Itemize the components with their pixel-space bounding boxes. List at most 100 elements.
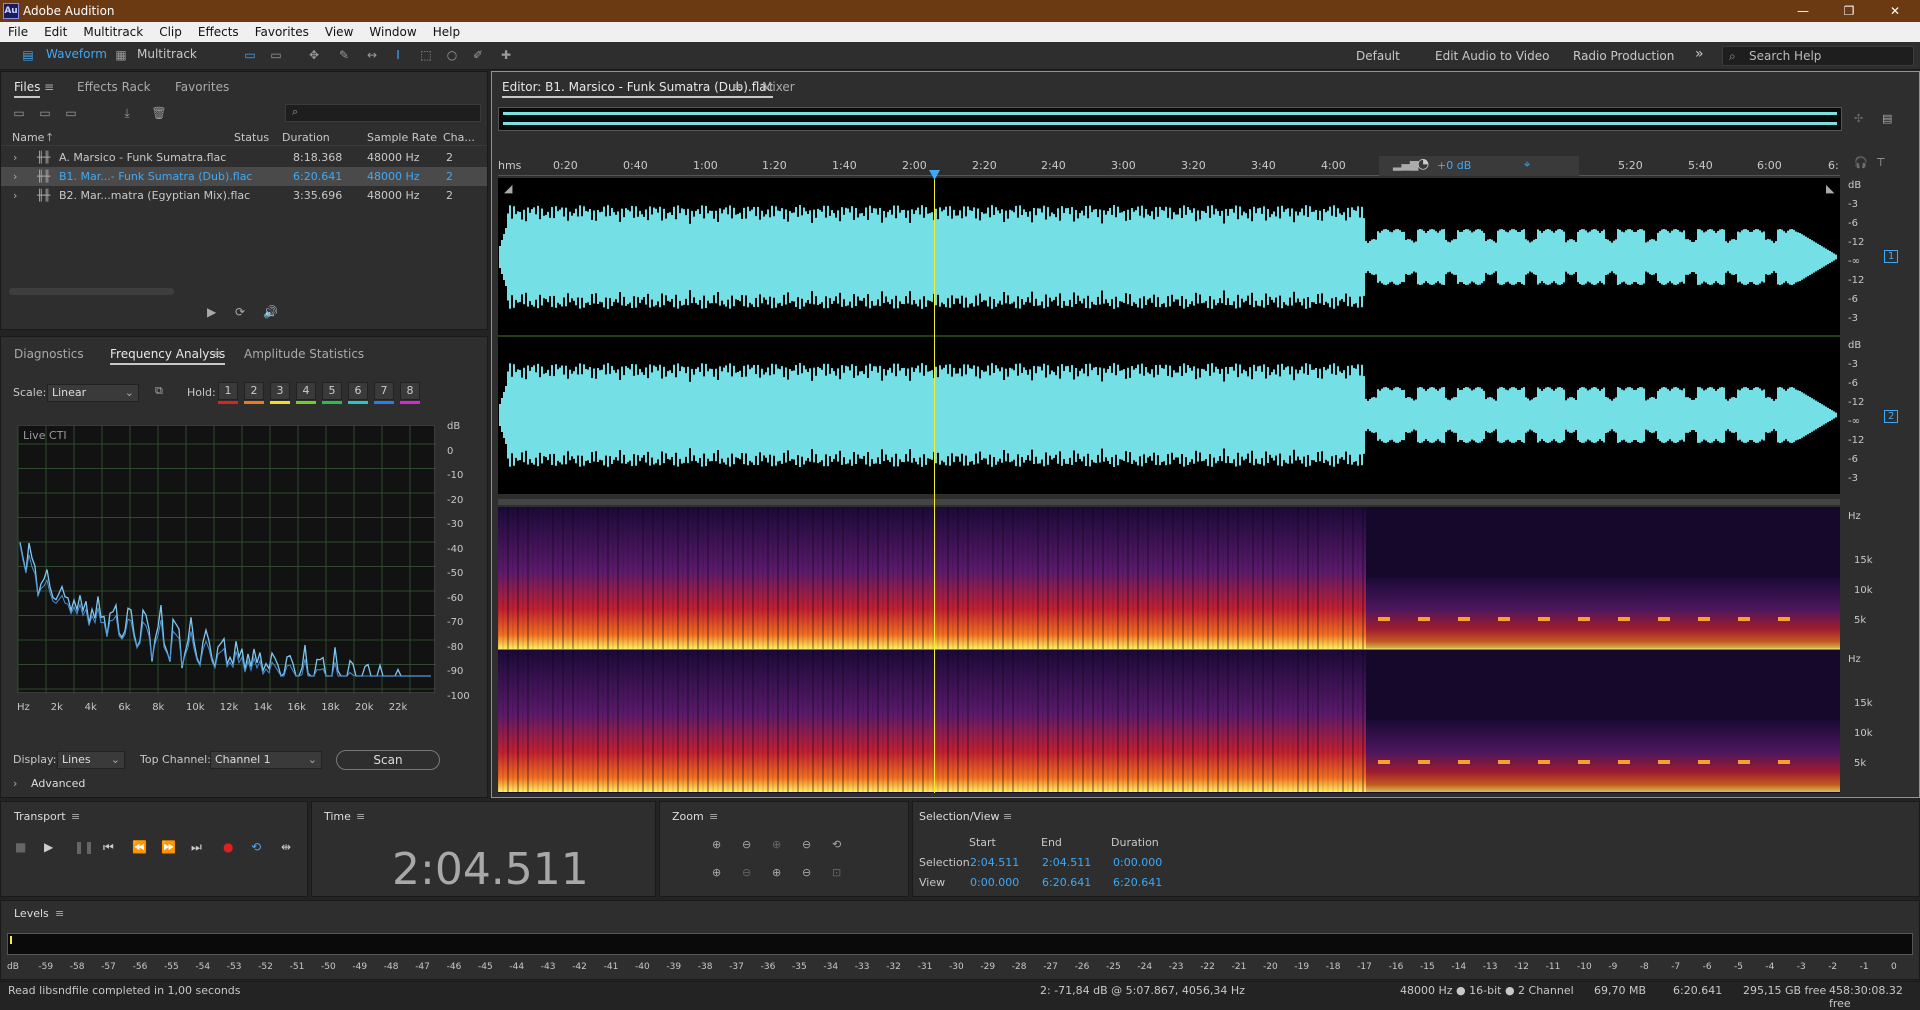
more-workspaces-button[interactable]: » — [1695, 46, 1704, 62]
files-filter-input[interactable]: ⌕ — [285, 104, 481, 122]
view-end[interactable]: 6:20.641 — [1042, 876, 1091, 889]
record-icon[interactable]: ● — [223, 840, 233, 854]
spot-healing-tool-icon[interactable]: ✚ — [498, 48, 514, 62]
tab-files[interactable]: Files — [14, 80, 41, 98]
top-channel-select[interactable]: Channel 1 ⌄ — [210, 751, 322, 769]
time-menu-icon[interactable]: ≡ — [356, 810, 365, 823]
headphones-icon[interactable]: 🎧 — [1854, 156, 1868, 169]
zoom-out-amplitude-icon[interactable]: ⊖ — [742, 838, 751, 851]
playhead-cti[interactable] — [934, 178, 935, 793]
search-help-input[interactable]: ⌕ Search Help — [1722, 46, 1914, 66]
pin-hud-icon[interactable]: ⌖ — [1524, 158, 1530, 172]
hold-button-2[interactable]: 2 — [244, 382, 264, 400]
channel-2-badge[interactable]: 2 — [1884, 410, 1899, 423]
loop-playback-icon[interactable]: ⟲ — [251, 840, 261, 854]
zoom-out-point-icon[interactable]: ⊖ — [802, 838, 811, 851]
time-ruler[interactable]: hms 0:20 0:40 1:00 1:20 1:40 2:00 2:20 2:40 3:00 3… — [498, 156, 1840, 176]
col-sample-rate[interactable]: Sample Rate — [367, 131, 437, 144]
preview-loop-icon[interactable]: ⟳ — [235, 305, 245, 319]
file-row[interactable]: › ╫╫ B2. Mar...matra (Egyptian Mix).flac 3:… — [1, 186, 487, 205]
workspace-radio-production[interactable]: Radio Production — [1573, 49, 1674, 63]
tab-favorites[interactable]: Favorites — [175, 80, 229, 94]
files-horizontal-scrollbar[interactable] — [9, 288, 174, 295]
zoom-out-time-icon[interactable]: ⊖ — [742, 866, 751, 879]
preview-play-icon[interactable]: ▶ — [207, 305, 216, 319]
current-time-display[interactable]: 2:04.511 — [392, 844, 589, 895]
spectral-frequency-display[interactable] — [497, 507, 1840, 793]
col-duration[interactable]: Duration — [282, 131, 330, 144]
menu-multitrack[interactable]: Multitrack — [83, 25, 143, 39]
waveform-view-button[interactable]: Waveform — [46, 47, 107, 61]
razor-tool-icon[interactable]: ✎ — [336, 48, 352, 62]
marquee-tool-icon[interactable]: ⬚ — [418, 48, 434, 62]
col-channels[interactable]: Cha... — [443, 131, 475, 144]
minimize-button[interactable]: — — [1780, 0, 1826, 22]
zoom-in-amplitude-icon[interactable]: ⊕ — [712, 838, 721, 851]
marker-pin-icon[interactable]: ⊤ — [1876, 156, 1886, 169]
workspace-default[interactable]: Default — [1356, 49, 1400, 63]
waveform-overview[interactable] — [498, 107, 1842, 131]
advanced-toggle[interactable]: Advanced — [31, 777, 85, 790]
move-tool-icon[interactable]: ✥ — [306, 48, 322, 62]
levels-menu-icon[interactable]: ≡ — [55, 907, 64, 920]
frequency-analysis-menu-icon[interactable]: ≡ — [212, 347, 222, 361]
play-icon[interactable]: ▶ — [44, 840, 53, 854]
hold-button-5[interactable]: 5 — [322, 382, 342, 400]
go-to-end-icon[interactable]: ⏭ — [191, 840, 202, 855]
scale-select[interactable]: Linear ⌄ — [47, 384, 139, 402]
zoom-fit-icon[interactable]: ⊡ — [832, 866, 841, 879]
selection-duration[interactable]: 0:00.000 — [1113, 856, 1162, 869]
zoom-in-point-icon[interactable]: ⊕ — [772, 838, 781, 851]
zoom-reset-icon[interactable]: ⟲ — [832, 838, 841, 851]
lasso-tool-icon[interactable]: ○ — [444, 48, 460, 62]
menu-view[interactable]: View — [325, 25, 353, 39]
menu-file[interactable]: File — [8, 25, 28, 39]
files-panel-menu-icon[interactable]: ≡ — [44, 80, 54, 94]
tab-effects-rack[interactable]: Effects Rack — [77, 80, 151, 94]
transport-menu-icon[interactable]: ≡ — [71, 810, 80, 823]
close-button[interactable]: ✕ — [1872, 0, 1918, 22]
hold-button-6[interactable]: 6 — [348, 382, 368, 400]
zoom-corner-icon[interactable]: ◢ — [504, 182, 512, 195]
zoom-menu-icon[interactable]: ≡ — [709, 810, 718, 823]
col-name[interactable]: Name — [12, 131, 44, 144]
hold-button-7[interactable]: 7 — [374, 382, 394, 400]
fast-forward-icon[interactable]: ⏩ — [161, 840, 176, 854]
hold-button-3[interactable]: 3 — [270, 382, 290, 400]
go-to-start-icon[interactable]: ⏮ — [103, 840, 114, 855]
menu-window[interactable]: Window — [369, 25, 416, 39]
insert-into-multitrack-icon[interactable]: ⤓ — [119, 106, 135, 120]
menu-effects[interactable]: Effects — [198, 25, 239, 39]
zoom-in-time-icon[interactable]: ⊕ — [712, 866, 721, 879]
chevron-right-icon[interactable]: › — [13, 170, 17, 183]
new-file-icon[interactable]: ▭ — [63, 106, 79, 120]
waveform-display[interactable]: ◢ ◣ — [498, 178, 1840, 494]
file-row[interactable]: › ╫╫ B1. Mar...- Funk Sumatra (Dub).flac 6:… — [1, 167, 487, 186]
scan-button[interactable]: Scan — [336, 750, 440, 770]
hold-button-4[interactable]: 4 — [296, 382, 316, 400]
gain-knob-icon[interactable]: ◔ — [1417, 156, 1429, 172]
tab-frequency-analysis[interactable]: Frequency Analysis — [110, 347, 226, 365]
display-splitter[interactable] — [498, 499, 1840, 505]
slip-tool-icon[interactable]: ↔ — [364, 48, 380, 62]
import-icon[interactable]: ▭ — [37, 106, 53, 120]
view-start[interactable]: 0:00.000 — [970, 876, 1019, 889]
menu-favorites[interactable]: Favorites — [255, 25, 309, 39]
editor-options-icon[interactable]: ▤ — [1882, 112, 1892, 125]
selection-end[interactable]: 2:04.511 — [1042, 856, 1091, 869]
pitch-display-icon[interactable]: ▭ — [268, 48, 284, 62]
stop-icon[interactable]: ■ — [15, 840, 26, 854]
rewind-icon[interactable]: ⏪ — [132, 840, 147, 854]
zoom-full-icon[interactable]: ⊖ — [802, 866, 811, 879]
zoom-to-selection-icon[interactable]: ✣ — [1854, 112, 1863, 125]
tab-mixer[interactable]: Mixer — [762, 80, 795, 94]
zoom-corner-right-icon[interactable]: ◣ — [1826, 182, 1834, 195]
reset-hold-icon[interactable]: ⧉ — [155, 384, 163, 398]
selection-menu-icon[interactable]: ≡ — [1003, 810, 1012, 823]
pause-icon[interactable]: ❚❚ — [74, 840, 94, 854]
chevron-right-icon[interactable]: › — [13, 151, 17, 164]
brush-tool-icon[interactable]: ✐ — [470, 48, 486, 62]
display-select[interactable]: Lines ⌄ — [57, 751, 125, 769]
selection-start[interactable]: 2:04.511 — [970, 856, 1019, 869]
menu-help[interactable]: Help — [433, 25, 460, 39]
